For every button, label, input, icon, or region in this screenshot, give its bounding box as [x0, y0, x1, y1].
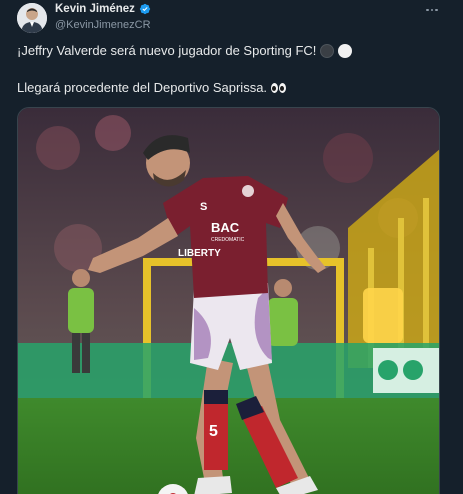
tweet-text-line-2: Llegará procedente del Deportivo Sapriss… [17, 80, 287, 95]
football-player-photo: 5 BAC CREDOMATIC LIBERTY S [18, 108, 439, 494]
more-dot [430, 8, 434, 12]
more-dot [426, 8, 429, 12]
more-options-button[interactable] [423, 2, 441, 18]
tweet-text-line-1: ¡Jeffry Valverde será nuevo jugador de S… [17, 43, 353, 58]
avatar[interactable] [17, 3, 47, 33]
sock-number: 5 [209, 423, 218, 440]
verified-badge-icon [139, 3, 151, 15]
author-handle[interactable]: @KevinJimenezCR [55, 19, 151, 31]
tweet-media-photo[interactable]: 5 BAC CREDOMATIC LIBERTY S [17, 107, 440, 494]
eye-left [271, 82, 279, 93]
eye-right [279, 82, 287, 93]
jersey-sub-text: CREDOMATIC [211, 237, 245, 243]
jersey-badge-text: S [200, 201, 207, 213]
tweet-text-2: Llegará procedente del Deportivo Sapriss… [17, 80, 268, 95]
jersey-logo-text: BAC [211, 220, 240, 235]
more-dot [435, 8, 438, 12]
jersey-sponsor-text: LIBERTY [178, 248, 221, 259]
eyes-icon [271, 82, 287, 93]
author-name-row[interactable]: Kevin Jiménez [55, 3, 151, 15]
white-circle-icon [338, 43, 353, 58]
avatar-photo [17, 3, 47, 33]
black-circle-icon [320, 43, 335, 58]
tweet-text-1: ¡Jeffry Valverde será nuevo jugador de S… [17, 43, 317, 58]
author-display-name[interactable]: Kevin Jiménez [55, 3, 135, 15]
tweet: Kevin Jiménez @KevinJimenezCR ¡Jeffry Va… [0, 0, 463, 494]
